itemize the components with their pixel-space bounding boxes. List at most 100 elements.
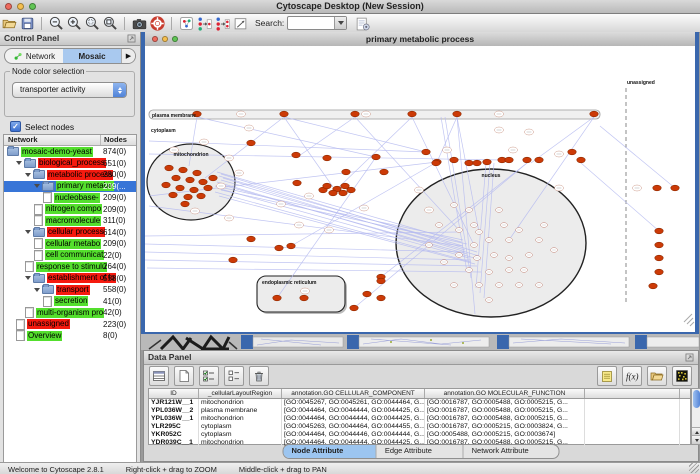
formula-fx-icon[interactable]: f(x) bbox=[622, 366, 642, 386]
tree-row[interactable]: nucleobase-209(0) bbox=[4, 192, 136, 204]
search-dropdown-icon[interactable] bbox=[334, 17, 346, 29]
attribute-table-header[interactable]: ID_cellularLayoutRegionannotation.GO CEL… bbox=[149, 389, 690, 399]
tree-row[interactable]: Overview8(0) bbox=[4, 330, 136, 342]
table-row[interactable]: YPL036W__1mitochondrion[GO:0044464, GO:0… bbox=[149, 415, 690, 423]
attribute-table-icon[interactable] bbox=[149, 366, 169, 386]
scrollbar-thumb[interactable] bbox=[693, 390, 700, 408]
column-header[interactable]: ID bbox=[149, 389, 199, 398]
tree-row[interactable]: establishment of lo558(0) bbox=[4, 273, 136, 285]
column-header[interactable]: annotation.GO MOLECULAR_FUNCTION bbox=[425, 389, 585, 398]
tree-row[interactable]: transport558(0) bbox=[4, 284, 136, 296]
table-row[interactable]: YJR121W__1mitochondrion[GO:0045267, GO:0… bbox=[149, 399, 690, 407]
tree-row[interactable]: cellular metabo209(0) bbox=[4, 238, 136, 250]
folder-icon bbox=[33, 228, 45, 237]
expand-arrow-icon[interactable] bbox=[16, 161, 22, 165]
expand-arrow-icon[interactable] bbox=[34, 184, 40, 188]
column-header[interactable]: annotation.GO CELLULAR_COMPONENT bbox=[282, 389, 425, 398]
tab-edge-attribute-browser[interactable]: Edge Attribute Browser bbox=[377, 445, 464, 458]
status-bar: Welcome to Cytoscape 2.8.1Right-click + … bbox=[0, 462, 700, 474]
search-input[interactable] bbox=[287, 16, 347, 30]
float-panel-icon[interactable] bbox=[126, 33, 137, 44]
vizmapper-icon[interactable] bbox=[195, 15, 213, 31]
zoom-selected-icon[interactable] bbox=[83, 15, 101, 31]
zoom-fit-icon[interactable] bbox=[101, 15, 119, 31]
table-cell: [GO:0044464, GO:0044444, GO:0044425, G..… bbox=[282, 407, 425, 415]
dropdown-stepper-icon bbox=[113, 83, 126, 97]
matrix-heatmap-icon[interactable] bbox=[672, 366, 692, 386]
zoom-in-icon[interactable] bbox=[65, 15, 83, 31]
tree-row[interactable]: secretion41(0) bbox=[4, 296, 136, 308]
tree-row[interactable]: mosaic-demo-yeast874(0) bbox=[4, 146, 136, 158]
node-color-dropdown[interactable]: transporter activity bbox=[12, 82, 127, 98]
session-note-icon[interactable] bbox=[353, 15, 371, 31]
node-color-selection-group: Node color selection transporter activit… bbox=[4, 71, 135, 117]
snapshot-icon[interactable] bbox=[130, 15, 148, 31]
tree-row[interactable]: multi-organism pro42(0) bbox=[4, 307, 136, 319]
zoom-out-icon[interactable] bbox=[47, 15, 65, 31]
expand-arrow-icon[interactable] bbox=[25, 230, 31, 234]
svg-text:nucleus: nucleus bbox=[482, 173, 501, 179]
tree-row[interactable]: metabolic process280(0) bbox=[4, 169, 136, 181]
help-icon[interactable] bbox=[148, 15, 166, 31]
tree-row[interactable]: unassigned223(0) bbox=[4, 319, 136, 331]
background-windows-strip[interactable] bbox=[141, 334, 699, 350]
network-name-chip: response to stimulu bbox=[36, 262, 107, 272]
node-count: 651(0) bbox=[103, 159, 126, 168]
tree-row[interactable]: biological_process651(0) bbox=[4, 158, 136, 170]
table-scrollbar[interactable] bbox=[691, 388, 700, 445]
table-row[interactable]: YPL036W__2plasma membrane[GO:0044464, GO… bbox=[149, 407, 690, 415]
float-panel-icon[interactable] bbox=[684, 352, 695, 363]
attribute-table[interactable]: ID_cellularLayoutRegionannotation.GO CEL… bbox=[148, 388, 691, 445]
annotation-icon[interactable] bbox=[231, 15, 249, 31]
node-count: 264(0) bbox=[103, 262, 126, 271]
table-cell: [GO:0044464, GO:0044446, GO:0044444, G..… bbox=[282, 431, 425, 439]
tree-header: Network Nodes bbox=[4, 135, 136, 146]
resize-grip[interactable] bbox=[689, 463, 699, 473]
table-cell: YDR039C__1 bbox=[149, 439, 199, 447]
tree-row[interactable]: cellular process614(0) bbox=[4, 227, 136, 239]
tree-row[interactable]: response to stimulu264(0) bbox=[4, 261, 136, 273]
select-attributes-icon[interactable] bbox=[199, 366, 219, 386]
filter-icon[interactable] bbox=[213, 15, 231, 31]
table-row[interactable]: YKR052Ccytoplasm[GO:0044464, GO:0044446,… bbox=[149, 431, 690, 439]
tab-mosaic[interactable]: Mosaic bbox=[63, 49, 121, 63]
tab-network[interactable]: Network bbox=[5, 49, 63, 63]
delete-attribute-icon[interactable] bbox=[249, 366, 269, 386]
scroll-down-icon[interactable] bbox=[692, 435, 700, 444]
table-cell bbox=[585, 399, 680, 407]
new-attribute-icon[interactable] bbox=[174, 366, 194, 386]
network-canvas[interactable]: plasma membranecytoplasmmitochondrionnuc… bbox=[145, 46, 695, 332]
network-name-chip: nucleobase- bbox=[54, 193, 100, 203]
notes-icon[interactable] bbox=[597, 366, 617, 386]
file-icon bbox=[34, 238, 43, 249]
file-icon bbox=[16, 319, 25, 330]
expand-arrow-icon[interactable] bbox=[34, 288, 40, 292]
tab-overflow-arrow-icon[interactable]: ▶ bbox=[121, 49, 135, 63]
open-icon[interactable] bbox=[0, 15, 18, 31]
table-cell: [GO:0045267, GO:0045261, GO:0044464, G..… bbox=[282, 399, 425, 407]
tree-row[interactable]: nitrogen compo209(0) bbox=[4, 204, 136, 216]
column-header[interactable] bbox=[585, 389, 680, 398]
tab-network-attribute-browser[interactable]: Network Attribute Browser bbox=[464, 445, 559, 458]
tree-row[interactable]: macromolecule311(0) bbox=[4, 215, 136, 227]
network-overview-icon[interactable] bbox=[177, 15, 195, 31]
tab-node-attribute-browser[interactable]: Node Attribute Browser bbox=[284, 445, 377, 458]
tree-row[interactable]: primary metabo209(... bbox=[4, 181, 136, 193]
node-count: 558(0) bbox=[103, 285, 126, 294]
status-text: Middle-click + drag to PAN bbox=[239, 465, 327, 474]
column-header[interactable]: _cellularLayoutRegion bbox=[199, 389, 282, 398]
save-icon[interactable] bbox=[18, 15, 36, 31]
table-row[interactable]: YLR295Ccytoplasm[GO:0045263, GO:0044464,… bbox=[149, 423, 690, 431]
expand-arrow-icon[interactable] bbox=[25, 276, 31, 280]
tree-col-network[interactable]: Network bbox=[8, 135, 38, 144]
file-icon bbox=[25, 307, 34, 318]
tree-col-nodes[interactable]: Nodes bbox=[104, 135, 127, 144]
network-window-titlebar[interactable]: primary metabolic process bbox=[145, 32, 695, 47]
unselect-attributes-icon[interactable] bbox=[224, 366, 244, 386]
select-nodes-checkbox[interactable]: ✓ bbox=[10, 121, 21, 132]
tree-row[interactable]: cell communicat22(0) bbox=[4, 250, 136, 262]
main-titlebar: Cytoscape Desktop (New Session) bbox=[0, 0, 700, 14]
import-folder-icon[interactable] bbox=[647, 366, 667, 386]
control-panel-tabs: Network Mosaic ▶ bbox=[4, 48, 136, 64]
expand-arrow-icon[interactable] bbox=[25, 173, 31, 177]
